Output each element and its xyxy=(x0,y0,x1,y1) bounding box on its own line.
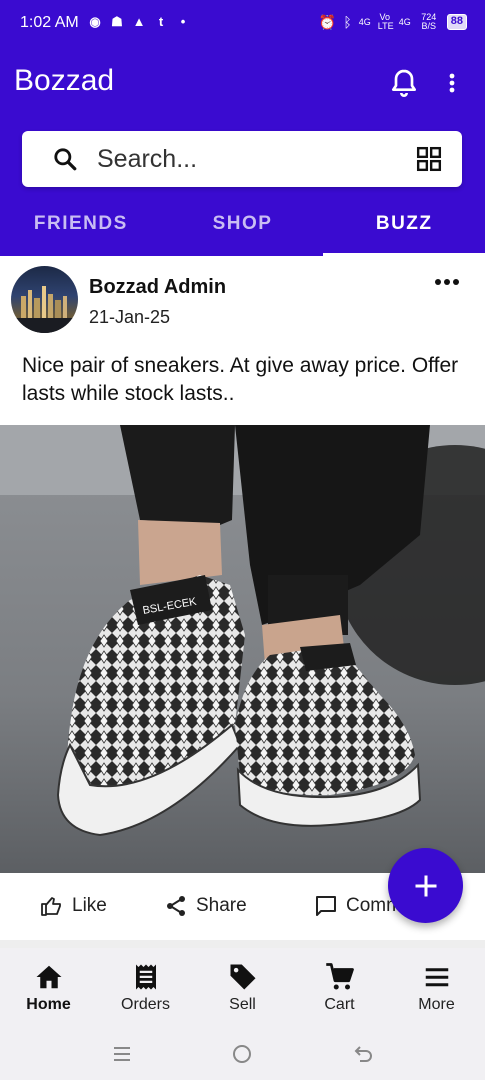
tumblr-icon: t xyxy=(158,14,164,29)
system-navigation-bar xyxy=(0,1030,485,1080)
network-speed: 724 B/S xyxy=(421,12,437,31)
post-date: 21-Jan-25 xyxy=(89,307,171,327)
system-status: ⏰ ᛒ 4G Vo LTE 4G 724 B/S 88 xyxy=(319,13,467,31)
nav-cart[interactable]: Cart xyxy=(291,948,388,1030)
search-icon[interactable] xyxy=(52,146,78,172)
comment-icon xyxy=(316,896,336,916)
share-icon xyxy=(167,896,185,916)
bottom-navigation: Home Orders Sell Cart More xyxy=(0,948,485,1030)
search-bar[interactable] xyxy=(22,131,462,187)
bluetooth-icon: ᛒ xyxy=(343,14,352,30)
divider xyxy=(0,940,485,948)
battery-indicator: 88 xyxy=(446,14,467,30)
nav-cart-label: Cart xyxy=(324,996,355,1013)
dot-icon: • xyxy=(180,14,186,29)
tab-friends[interactable]: FRIENDS xyxy=(0,196,162,256)
back-icon[interactable] xyxy=(352,1042,376,1066)
post-text: Nice pair of sneakers. At give away pric… xyxy=(22,354,459,405)
signal-1: 4G xyxy=(358,16,371,27)
status-time: 1:02 AM xyxy=(20,14,79,31)
menu-icon xyxy=(425,968,448,987)
tab-buzz[interactable]: BUZZ xyxy=(323,196,485,256)
cart-icon xyxy=(325,963,354,990)
more-options-icon[interactable] xyxy=(434,276,460,288)
city-skyline-image xyxy=(11,286,78,333)
plus-icon xyxy=(415,875,436,896)
like-button[interactable]: Like xyxy=(40,894,107,918)
comment-button[interactable]: Comm xyxy=(314,894,402,918)
overflow-menu-icon[interactable] xyxy=(440,66,464,100)
nav-more[interactable]: More xyxy=(388,948,485,1030)
avatar[interactable] xyxy=(11,266,78,333)
status-bar: 1:02 AM ◉ ☗ ▲ t • ⏰ ᛒ 4G Vo LTE 4G 724 B… xyxy=(0,0,485,48)
thumbs-up-icon xyxy=(41,897,61,916)
notification-icons: ◉ ☗ ▲ t • xyxy=(88,14,190,30)
nav-home[interactable]: Home xyxy=(0,948,97,1030)
nav-sell[interactable]: Sell xyxy=(194,948,291,1030)
alarm-icon: ⏰ xyxy=(318,13,337,30)
nav-sell-label: Sell xyxy=(229,996,256,1013)
warning-icon: ▲ xyxy=(132,14,146,29)
home-button-icon[interactable] xyxy=(230,1042,254,1066)
qr-scan-icon[interactable] xyxy=(416,146,442,172)
bell-icon[interactable] xyxy=(388,66,420,100)
signal-2: 4G xyxy=(398,16,411,27)
app-header: 1:02 AM ◉ ☗ ▲ t • ⏰ ᛒ 4G Vo LTE 4G 724 B… xyxy=(0,0,485,256)
top-tabs: FRIENDS SHOP BUZZ xyxy=(0,196,485,256)
home-icon xyxy=(36,965,61,989)
share-button[interactable]: Share xyxy=(164,894,247,918)
nav-home-label: Home xyxy=(26,996,71,1013)
notification-app-icon: ◉ xyxy=(89,14,101,29)
post-image[interactable]: BSL-ECEK xyxy=(0,425,485,873)
share-label: Share xyxy=(196,895,247,916)
post-author[interactable]: Bozzad Admin xyxy=(89,276,226,299)
recent-apps-icon[interactable] xyxy=(110,1042,134,1066)
like-label: Like xyxy=(72,895,107,916)
nav-orders-label: Orders xyxy=(121,996,170,1013)
nav-orders[interactable]: Orders xyxy=(97,948,194,1030)
receipt-icon xyxy=(135,964,156,990)
nav-more-label: More xyxy=(418,996,455,1013)
tag-icon xyxy=(230,964,255,990)
volte-label: Vo LTE xyxy=(377,12,394,31)
tab-shop[interactable]: SHOP xyxy=(162,196,324,256)
add-post-button[interactable] xyxy=(388,848,463,923)
search-input[interactable] xyxy=(97,143,397,175)
snapchat-icon: ☗ xyxy=(111,14,123,29)
app-title: Bozzad xyxy=(14,64,115,97)
